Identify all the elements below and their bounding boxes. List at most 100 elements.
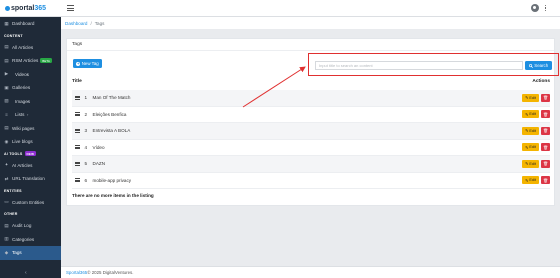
- sidebar-item-dashboard[interactable]: ▦ Dashboard: [0, 17, 61, 31]
- row-number: 6: [84, 177, 88, 183]
- ai-icon: ✦: [4, 162, 9, 168]
- edit-button[interactable]: ✎ Edit: [522, 159, 539, 168]
- row-number: 5: [84, 161, 88, 167]
- sidebar-item-videos[interactable]: ▶ › Videos: [0, 68, 61, 82]
- brand-name-part1: sportal: [11, 4, 35, 12]
- trash-icon: 🗑: [542, 144, 549, 150]
- edit-label: Edit: [529, 95, 536, 100]
- table-row: 1 Man Of The Match ✎ Edit 🗑: [72, 90, 550, 107]
- sidebar-item-label: AI Articles: [12, 162, 33, 168]
- more-options-icon[interactable]: [544, 5, 546, 11]
- search-button[interactable]: Search: [525, 61, 552, 70]
- new-tag-button[interactable]: + New Tag: [73, 59, 102, 68]
- breadcrumb-current: Tags: [94, 20, 105, 26]
- menu-toggle-icon[interactable]: [67, 5, 74, 11]
- drag-handle-icon[interactable]: [75, 161, 80, 166]
- edit-button[interactable]: ✎ Edit: [522, 143, 539, 152]
- tags-table: 1 Man Of The Match ✎ Edit 🗑 2 Eleições Benfic…: [72, 90, 550, 189]
- edit-button[interactable]: ✎ Edit: [522, 176, 539, 185]
- chevron-right-icon: ›: [27, 98, 29, 104]
- edit-label: Edit: [529, 145, 536, 150]
- sidebar-item-label: Galleries: [12, 85, 31, 91]
- collapse-sidebar-icon[interactable]: ‹: [25, 270, 27, 276]
- sidebar-item-label: All Articles: [12, 44, 34, 50]
- sidebar-item-label: RSM Articles: [12, 58, 39, 64]
- edit-button[interactable]: ✎ Edit: [522, 126, 539, 135]
- edit-button[interactable]: ✎ Edit: [522, 110, 539, 119]
- sidebar-item-categories[interactable]: ▥ Categories: [0, 233, 61, 247]
- delete-button[interactable]: 🗑: [541, 159, 550, 168]
- edit-button[interactable]: ✎ Edit: [522, 93, 539, 102]
- tag-icon: ◆: [4, 249, 9, 255]
- search-button-label: Search: [534, 63, 549, 68]
- categories-icon: ▥: [4, 236, 9, 242]
- sidebar-item-url-translation[interactable]: ⇄ URL Translation: [0, 172, 61, 186]
- table-row: 3 Entrevista A BOLA ✎ Edit 🗑: [72, 123, 550, 140]
- sidebar-item-tags[interactable]: ◆ Tags: [0, 246, 61, 260]
- trash-icon: 🗑: [542, 177, 549, 183]
- wiki-icon: ▤: [4, 125, 9, 131]
- row-number: 2: [84, 111, 88, 117]
- drag-handle-icon[interactable]: [75, 178, 80, 183]
- sidebar-item-wiki-pages[interactable]: ▤ Wiki pages: [0, 122, 61, 136]
- sidebar-item-audit-log[interactable]: ▤ Audit Log: [0, 219, 61, 233]
- trash-icon: 🗑: [542, 111, 549, 117]
- top-bar: sportal 365: [0, 0, 560, 17]
- sidebar-section-label: AI TOOLS: [4, 151, 23, 156]
- blog-icon: ◉: [4, 138, 9, 144]
- user-avatar[interactable]: [530, 4, 539, 12]
- dashboard-icon: ▦: [4, 20, 9, 26]
- tags-card: Tags + New Tag Search Title Actions 1 Man…: [66, 38, 559, 206]
- sidebar-section-label: ENTITIES: [4, 188, 22, 193]
- delete-button[interactable]: 🗑: [541, 93, 550, 102]
- sidebar-item-lists[interactable]: ≡ › Lists: [0, 108, 61, 122]
- rsm-icon: ▤: [4, 57, 9, 63]
- delete-button[interactable]: 🗑: [541, 126, 550, 135]
- pencil-icon: ✎: [525, 129, 529, 134]
- sidebar-item-label: Wiki pages: [12, 125, 35, 131]
- edit-label: Edit: [529, 112, 536, 117]
- sidebar-item-rsm-articles[interactable]: ▤ RSM Articles BETA: [0, 54, 61, 68]
- sidebar-item-images[interactable]: ▨ › Images: [0, 95, 61, 109]
- trash-icon: 🗑: [542, 161, 549, 167]
- footer-text: © 2025 DigitalVentures.: [87, 270, 134, 275]
- brand-logo[interactable]: sportal 365: [0, 0, 61, 17]
- pencil-icon: ✎: [525, 96, 529, 101]
- footer: Sportal365 © 2025 DigitalVentures.: [61, 266, 560, 278]
- table-row: 6 mobile-app privacy ✎ Edit 🗑: [72, 173, 550, 189]
- sidebar-section-content: CONTENT: [0, 31, 61, 41]
- video-icon: ▶: [4, 71, 9, 77]
- table-row: 5 DAZN ✎ Edit 🗑: [72, 156, 550, 173]
- beta-badge: BETA: [40, 58, 52, 64]
- drag-handle-icon[interactable]: [75, 128, 80, 133]
- drag-handle-icon[interactable]: [75, 112, 80, 117]
- trash-icon: 🗑: [542, 128, 549, 134]
- chevron-right-icon: ›: [27, 71, 29, 77]
- sidebar-item-ai-articles[interactable]: ✦ AI Articles: [0, 159, 61, 173]
- pencil-icon: ✎: [525, 145, 529, 150]
- edit-label: Edit: [529, 161, 536, 166]
- footer-link[interactable]: Sportal365: [66, 270, 87, 275]
- delete-button[interactable]: 🗑: [541, 176, 550, 185]
- breadcrumb-home-link[interactable]: Dashboard: [65, 21, 87, 26]
- drag-handle-icon[interactable]: [75, 145, 80, 150]
- breadcrumb: Dashboard / Tags: [61, 17, 560, 29]
- sidebar-section-label: CONTENT: [4, 33, 23, 38]
- sidebar-item-all-articles[interactable]: ▤ All Articles: [0, 41, 61, 55]
- sidebar-item-galleries[interactable]: ▣ Galleries: [0, 81, 61, 95]
- search-highlight-box: Search: [308, 53, 559, 76]
- entities-icon: ▭: [4, 199, 9, 205]
- sidebar-section-entities: ENTITIES: [0, 186, 61, 196]
- drag-handle-icon[interactable]: [75, 95, 80, 100]
- sidebar-section-label: OTHER: [4, 212, 18, 216]
- table-row: 4 Vídeo ✎ Edit 🗑: [72, 140, 550, 156]
- delete-button[interactable]: 🗑: [541, 143, 550, 152]
- delete-button[interactable]: 🗑: [541, 110, 550, 119]
- sidebar-item-live-blogs[interactable]: ◉ Live blogs: [0, 135, 61, 149]
- column-title: Title: [72, 79, 82, 84]
- sidebar-section-ai-tools: AI TOOLS NEW: [0, 149, 61, 159]
- search-input[interactable]: [315, 61, 523, 70]
- sidebar-item-custom-entities[interactable]: ▭ Custom Entities: [0, 196, 61, 210]
- image-icon: ▨: [4, 98, 9, 104]
- table-header: Title Actions: [72, 77, 550, 86]
